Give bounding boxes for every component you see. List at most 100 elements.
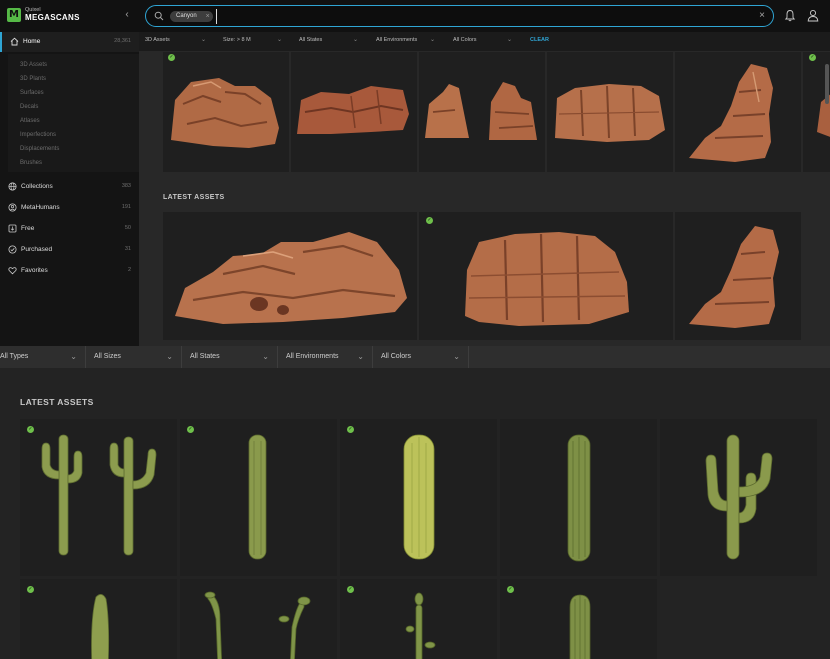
- bell-icon[interactable]: [784, 9, 796, 22]
- search-chip[interactable]: Canyon ×: [170, 11, 213, 22]
- color-filter-dropdown[interactable]: All Colors ⌄: [453, 37, 515, 43]
- sidebar-item-count: 2: [127, 267, 131, 273]
- asset-tile[interactable]: [675, 212, 801, 340]
- type-filter-dropdown[interactable]: 3D Assets ⌄: [145, 37, 209, 43]
- filter-label: All Environments: [286, 353, 339, 360]
- home-submenu: 3D Assets 3D Plants Surfaces Decals Atla…: [8, 54, 139, 172]
- person-circle-icon: [8, 203, 17, 212]
- search-bar[interactable]: Canyon × ×: [145, 5, 774, 27]
- filter-label: All Environments: [376, 37, 418, 43]
- brand-logo[interactable]: M Quixel MEGASCANS: [7, 8, 80, 22]
- sidebar-item-metahumans[interactable]: MetaHumans 191: [0, 198, 139, 218]
- sidebar-item-favorites[interactable]: Favorites 2: [0, 261, 139, 281]
- sidebar-item-purchased[interactable]: Purchased 31: [0, 240, 139, 260]
- chevron-down-icon: ⌄: [277, 37, 283, 43]
- logo-line-2: MEGASCANS: [25, 12, 80, 22]
- top-bar: M Quixel MEGASCANS ‹ Canyon × ×: [0, 0, 830, 32]
- search-icon: [154, 11, 164, 21]
- asset-tile[interactable]: ✓: [20, 419, 177, 576]
- asset-tile[interactable]: ✓: [340, 579, 497, 659]
- environment-filter-dropdown[interactable]: All Environments ⌄: [278, 346, 373, 368]
- chevron-down-icon: ⌄: [430, 37, 436, 43]
- asset-tile[interactable]: ✓: [163, 52, 289, 172]
- asset-tile[interactable]: ✓: [500, 579, 657, 659]
- sidebar-item-label: Free: [21, 225, 35, 232]
- section-title: LATEST ASSETS: [20, 397, 94, 407]
- chevron-down-icon: ⌄: [357, 352, 364, 361]
- heart-icon: [8, 267, 17, 275]
- submenu-item-3d-plants[interactable]: 3D Plants: [20, 76, 46, 82]
- asset-tile[interactable]: ✓: [20, 579, 177, 659]
- environment-filter-dropdown[interactable]: All Environments ⌄: [376, 37, 438, 43]
- sidebar-item-collections[interactable]: Collections 383: [0, 177, 139, 197]
- asset-tile[interactable]: [500, 419, 657, 576]
- rock-thumbnail: [171, 78, 279, 148]
- submenu-item-displacements[interactable]: Displacements: [20, 146, 59, 152]
- asset-tile[interactable]: [180, 579, 337, 659]
- sidebar-item-home[interactable]: Home 28,361: [0, 32, 139, 52]
- sidebar-item-label: Collections: [21, 183, 53, 190]
- asset-tile[interactable]: ✓: [419, 212, 673, 340]
- state-filter-dropdown[interactable]: All States ⌄: [299, 37, 361, 43]
- upper-scrollbar[interactable]: [825, 64, 829, 104]
- search-input[interactable]: [216, 9, 746, 24]
- sidebar-item-count: 31: [124, 246, 131, 252]
- filter-label: All Colors: [453, 37, 477, 43]
- collapse-sidebar-icon[interactable]: ‹: [122, 9, 132, 21]
- search-chip-label: Canyon: [176, 13, 197, 19]
- cactus-thumbnail: [567, 434, 591, 562]
- chevron-down-icon: ⌄: [201, 37, 207, 43]
- size-filter-dropdown[interactable]: All Sizes ⌄: [86, 346, 182, 368]
- sidebar: Home 28,361 3D Assets 3D Plants Surfaces…: [0, 32, 139, 346]
- filter-label: Size: > 8 M: [223, 37, 251, 43]
- chip-remove-icon[interactable]: ×: [206, 11, 210, 22]
- type-filter-dropdown[interactable]: All Types ⌄: [0, 346, 86, 368]
- asset-tile[interactable]: [419, 52, 545, 172]
- owned-check-icon: ✓: [27, 586, 34, 593]
- clear-filters-button[interactable]: CLEAR: [530, 37, 549, 43]
- lower-results-panel: LATEST ASSETS ✓ ✓ ✓ ✓ ✓ ✓: [0, 368, 830, 659]
- rock-thumbnail: [689, 226, 779, 328]
- state-filter-dropdown[interactable]: All States ⌄: [182, 346, 278, 368]
- asset-tile[interactable]: [163, 212, 417, 340]
- chevron-down-icon: ⌄: [453, 352, 460, 361]
- logo-mark: M: [7, 8, 21, 22]
- submenu-item-imperfections[interactable]: Imperfections: [20, 132, 56, 138]
- rock-thumbnail: [689, 64, 773, 162]
- chevron-down-icon: ⌄: [353, 37, 359, 43]
- sidebar-item-free[interactable]: Free 50: [0, 219, 139, 239]
- owned-check-icon: ✓: [27, 426, 34, 433]
- asset-tile[interactable]: ✓: [180, 419, 337, 576]
- submenu-item-3d-assets[interactable]: 3D Assets: [20, 62, 47, 68]
- submenu-item-brushes[interactable]: Brushes: [20, 160, 42, 166]
- clear-search-icon[interactable]: ×: [759, 10, 765, 22]
- home-icon: [10, 37, 19, 46]
- check-circle-icon: [8, 245, 17, 254]
- rock-thumbnail: [297, 86, 409, 134]
- filter-label: All Sizes: [94, 353, 121, 360]
- chevron-down-icon: ⌄: [166, 352, 173, 361]
- cactus-thumbnail: [405, 592, 436, 659]
- color-filter-dropdown[interactable]: All Colors ⌄: [373, 346, 469, 368]
- globe-icon: [8, 182, 17, 191]
- submenu-item-surfaces[interactable]: Surfaces: [20, 90, 44, 96]
- asset-tile[interactable]: ✓: [340, 419, 497, 576]
- asset-tile[interactable]: [291, 52, 417, 172]
- chevron-down-icon: ⌄: [262, 352, 269, 361]
- cactus-thumbnail: [569, 594, 591, 659]
- cactus-thumbnail: [204, 591, 311, 659]
- asset-tile[interactable]: [547, 52, 673, 172]
- asset-tile[interactable]: [660, 419, 817, 576]
- submenu-item-atlases[interactable]: Atlases: [20, 118, 40, 124]
- user-icon[interactable]: [807, 9, 819, 22]
- filter-label: All Colors: [381, 353, 411, 360]
- owned-check-icon: ✓: [347, 586, 354, 593]
- asset-tile[interactable]: [675, 52, 801, 172]
- sidebar-item-label: Home: [23, 38, 41, 45]
- lower-filter-bar: All Types ⌄ All Sizes ⌄ All States ⌄ All…: [0, 346, 830, 368]
- submenu-item-decals[interactable]: Decals: [20, 104, 38, 110]
- chevron-down-icon: ⌄: [70, 352, 77, 361]
- upper-filter-bar: 3D Assets ⌄ Size: > 8 M ⌄ All States ⌄ A…: [139, 32, 830, 51]
- size-filter-dropdown[interactable]: Size: > 8 M ⌄: [223, 37, 285, 43]
- cactus-thumbnail: [91, 594, 110, 659]
